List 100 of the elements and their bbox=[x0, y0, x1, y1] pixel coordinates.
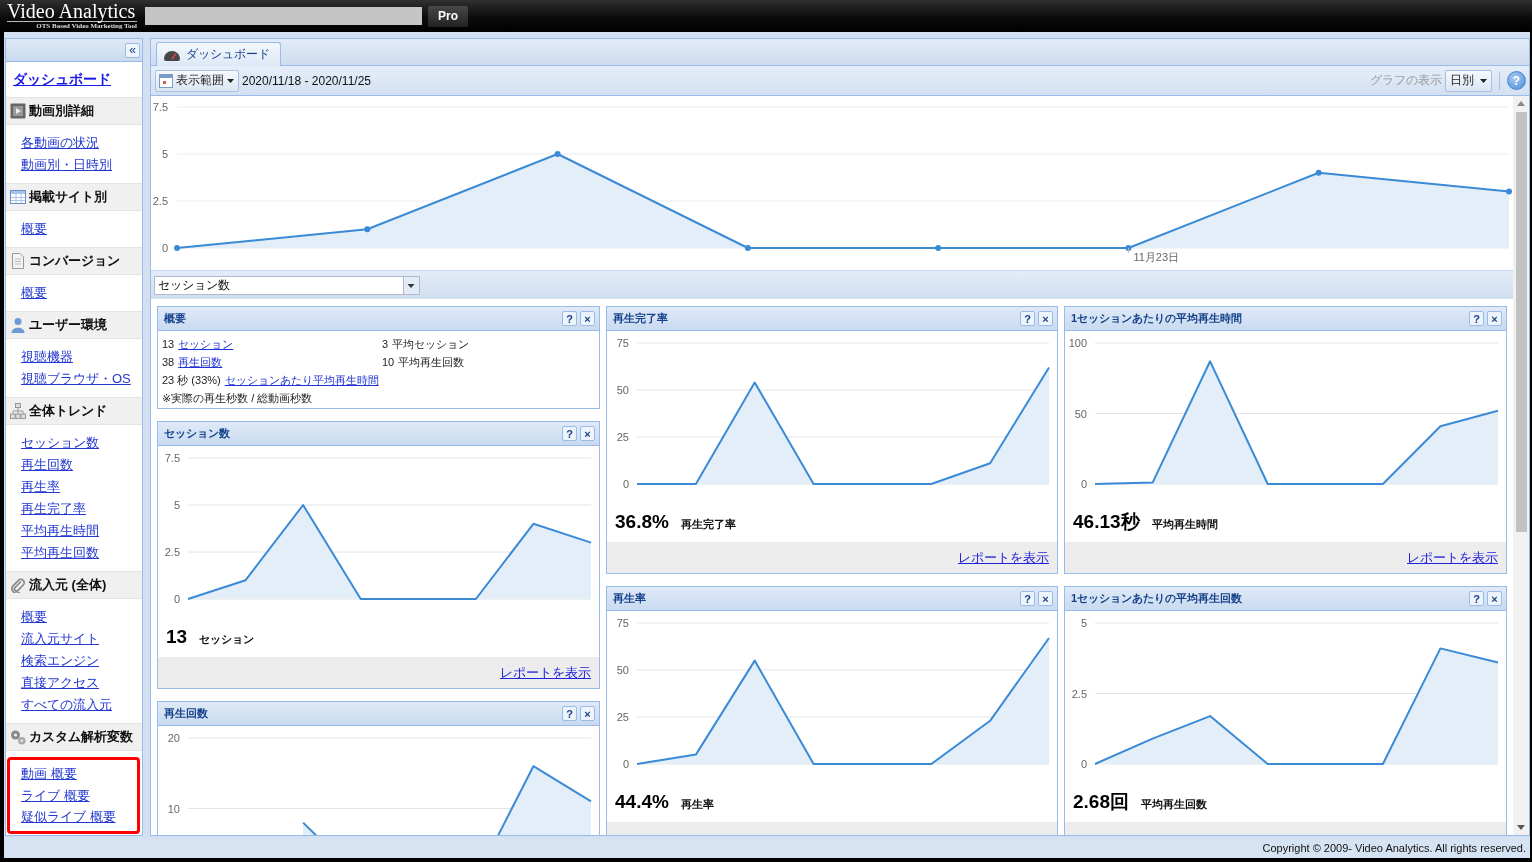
dashboard-tab[interactable]: ダッシュボード bbox=[156, 42, 281, 66]
caret-icon bbox=[1480, 78, 1487, 83]
help-button[interactable]: ? bbox=[1020, 591, 1035, 606]
panel-title: 概要 bbox=[164, 311, 187, 326]
section-title: カスタム解析変数 bbox=[29, 728, 133, 746]
data-point bbox=[174, 245, 180, 251]
calendar-icon bbox=[159, 73, 173, 88]
sidebar-link[interactable]: 流入元サイト bbox=[21, 628, 99, 650]
metric-value: 36.8% bbox=[615, 511, 669, 533]
arrow-down-icon[interactable] bbox=[1517, 825, 1525, 830]
y-axis-label: 10 bbox=[167, 802, 180, 815]
metric-label: セッション bbox=[199, 632, 255, 647]
y-axis-label: 0 bbox=[622, 478, 629, 490]
sidebar-link[interactable]: 各動画の状況 bbox=[21, 132, 99, 154]
section-title: 動画別詳細 bbox=[29, 102, 94, 120]
metric-label: 平均再生時間 bbox=[1151, 517, 1218, 532]
y-axis-label: 25 bbox=[616, 431, 629, 443]
report-link[interactable]: レポートを表示 bbox=[500, 663, 591, 682]
help-button[interactable]: ? bbox=[562, 706, 577, 721]
data-point bbox=[935, 245, 942, 251]
note-text: ※実際の再生秒数 / 総動画秒数 bbox=[162, 392, 313, 404]
y-axis-label: 2.5 bbox=[152, 195, 168, 207]
sidebar-link[interactable]: 概要 bbox=[21, 606, 47, 628]
logo-title: Video Analytics bbox=[7, 1, 137, 22]
sidebar-link[interactable]: セッション数 bbox=[21, 432, 99, 454]
x-axis-label: 11月23日 bbox=[1133, 251, 1180, 263]
scrollbar[interactable] bbox=[1513, 96, 1529, 835]
metric-value: 44.4% bbox=[615, 791, 669, 813]
arrow-up-icon[interactable] bbox=[1517, 101, 1525, 106]
sidebar-link[interactable]: 再生率 bbox=[21, 476, 60, 498]
graph-display-label: グラフの表示 bbox=[1370, 72, 1442, 89]
close-button[interactable]: × bbox=[1038, 311, 1053, 326]
help-button[interactable]: ? bbox=[1469, 591, 1484, 606]
panel-title: 1セッションあたりの平均再生回数 bbox=[1071, 591, 1244, 606]
sidebar-link[interactable]: 視聴ブラウザ・OS bbox=[21, 368, 131, 390]
stat-label: 平均セッション bbox=[392, 338, 470, 350]
metric-value: 46.13秒 bbox=[1073, 511, 1140, 533]
y-axis-label: 7.5 bbox=[164, 452, 180, 464]
stat-link[interactable]: 再生回数 bbox=[178, 356, 223, 368]
sidebar-link[interactable]: 検索エンジン bbox=[21, 650, 99, 672]
y-axis-label: 75 bbox=[616, 617, 629, 629]
y-axis-label: 75 bbox=[616, 337, 629, 349]
sidebar-link[interactable]: 概要 bbox=[21, 282, 47, 304]
report-link[interactable]: レポートを表示 bbox=[1407, 548, 1498, 567]
sidebar-link[interactable]: 再生回数 bbox=[21, 454, 73, 476]
close-button[interactable]: × bbox=[1038, 591, 1053, 606]
close-button[interactable]: × bbox=[580, 311, 595, 326]
section-title: コンバージョン bbox=[29, 252, 120, 270]
edition-button[interactable]: Pro bbox=[428, 5, 468, 27]
help-button[interactable]: ? bbox=[1469, 311, 1484, 326]
caret-icon bbox=[403, 276, 419, 294]
help-button[interactable]: ? bbox=[1020, 311, 1035, 326]
help-button[interactable]: ? bbox=[562, 426, 577, 441]
stat-value: 13 bbox=[162, 338, 175, 350]
close-button[interactable]: × bbox=[580, 706, 595, 721]
stat-value: 23 秒 (33%) bbox=[162, 374, 221, 386]
sidebar-link[interactable]: 概要 bbox=[21, 218, 47, 240]
y-axis-label: 0 bbox=[173, 593, 180, 605]
close-button[interactable]: × bbox=[580, 426, 595, 441]
panel-title: セッション数 bbox=[164, 426, 231, 441]
y-axis-label: 50 bbox=[616, 384, 629, 396]
film-icon bbox=[10, 103, 26, 119]
y-axis-label: 0 bbox=[1080, 478, 1087, 490]
y-axis-label: 50 bbox=[1074, 407, 1087, 420]
gauge-icon bbox=[163, 48, 181, 61]
sidebar-link[interactable]: 動画 概要 bbox=[21, 763, 77, 785]
stat-link[interactable]: セッションあたり平均再生時間 bbox=[224, 374, 379, 386]
y-axis-label: 0 bbox=[622, 758, 629, 770]
scrollbar-thumb[interactable] bbox=[1515, 112, 1527, 532]
y-axis-label: 25 bbox=[616, 711, 629, 723]
report-link[interactable]: レポートを表示 bbox=[958, 548, 1049, 567]
sidebar-link[interactable]: 平均再生時間 bbox=[21, 520, 99, 542]
section-title: 流入元 (全体) bbox=[29, 576, 107, 594]
stat-value: 3 bbox=[382, 338, 389, 350]
dashboard-link[interactable]: ダッシュボード bbox=[13, 70, 111, 89]
stat-value: 38 bbox=[162, 356, 175, 368]
close-button[interactable]: × bbox=[1487, 311, 1502, 326]
stat-link[interactable]: セッション bbox=[178, 338, 234, 350]
y-axis-label: 5 bbox=[1080, 617, 1087, 629]
data-point bbox=[1506, 188, 1512, 195]
close-button[interactable]: × bbox=[1487, 591, 1502, 606]
sidebar-link[interactable]: 再生完了率 bbox=[21, 498, 86, 520]
sidebar-link[interactable]: ライブ 概要 bbox=[21, 784, 90, 806]
sidebar-link[interactable]: 疑似ライブ 概要 bbox=[21, 806, 116, 828]
y-axis-label: 50 bbox=[616, 664, 629, 676]
sidebar-link[interactable]: 視聴機器 bbox=[21, 346, 73, 368]
sidebar-link[interactable]: すべての流入元 bbox=[21, 694, 112, 716]
collapse-button[interactable]: « bbox=[125, 42, 140, 58]
date-range-button[interactable]: 表示範囲 bbox=[155, 69, 239, 92]
panel-title: 再生回数 bbox=[164, 706, 209, 721]
sidebar-link[interactable]: 動画別・日時別 bbox=[21, 154, 112, 176]
sidebar-link[interactable]: 直接アクセス bbox=[21, 672, 99, 694]
y-axis-label: 7.5 bbox=[152, 101, 168, 113]
sidebar-link[interactable]: 平均再生回数 bbox=[21, 542, 99, 564]
series-select[interactable]: セッション数 bbox=[154, 275, 420, 295]
data-point bbox=[1315, 169, 1322, 176]
help-button[interactable]: ? bbox=[562, 311, 577, 326]
interval-dropdown[interactable]: 日別 bbox=[1445, 69, 1492, 92]
caret-icon bbox=[227, 78, 234, 83]
metric-label: 平均再生回数 bbox=[1141, 797, 1207, 812]
